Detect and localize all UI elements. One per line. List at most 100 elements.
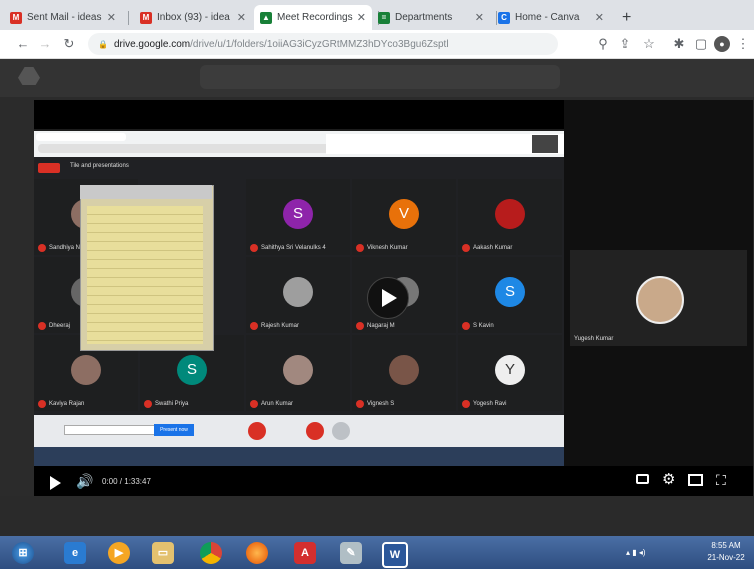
search-icon[interactable]: ⚲ (594, 35, 612, 53)
present-now-button: Present now (154, 424, 194, 436)
player-controls: 🔊 0:00 / 1:33:47 ⚙ ⛶ (34, 466, 753, 496)
tab-close-icon[interactable]: ✕ (595, 11, 604, 24)
browser-tab-label: Inbox (93) - idea (157, 12, 230, 23)
address-bar[interactable]: 🔒 drive.google.com/drive/u/1/folders/1oi… (88, 33, 558, 55)
miniplayer-icon[interactable] (688, 474, 703, 486)
recorded-meet-toolbar (326, 134, 564, 154)
mic-muted-icon (38, 400, 46, 408)
recorded-tab (36, 133, 126, 141)
participant-tile: Rajesh Kumar (246, 257, 350, 333)
back-icon[interactable]: ← (14, 35, 32, 53)
recorded-caption-field (64, 425, 156, 435)
fullscreen-icon[interactable]: ⛶ (716, 472, 726, 489)
mic-muted-icon (38, 244, 46, 252)
rec-indicator (38, 163, 60, 173)
mic-muted-icon (356, 244, 364, 252)
drive-header-dimmed (0, 59, 754, 97)
mic-muted-icon (38, 322, 46, 330)
participant-name: Arun Kumar (261, 401, 294, 407)
browser-tab-label: Home - Canva (515, 12, 580, 23)
browser-tab-label: Departments (395, 12, 453, 23)
tab-close-icon[interactable]: ✕ (475, 11, 484, 24)
participant-name: Sandhiya N (49, 245, 81, 251)
drive-icon: ▲ (260, 11, 272, 24)
presenter-tile: Yugesh Kumar (570, 250, 747, 346)
participant-name: S Kavin (473, 323, 494, 329)
reload-icon[interactable]: ↻ (60, 35, 78, 53)
firefox-icon[interactable] (246, 542, 268, 564)
taskbar-clock[interactable]: 8:55 AM 21-Nov-22 (700, 540, 752, 566)
participant-tile: Y Yogesh Ravi (458, 335, 562, 411)
mic-muted-icon (462, 322, 470, 330)
volume-icon[interactable]: 🔊 (76, 473, 93, 490)
participant-avatar: S (283, 199, 313, 229)
attendance-list (87, 206, 203, 344)
tab-close-icon[interactable]: ✕ (107, 11, 116, 24)
mic-muted-icon (356, 400, 364, 408)
clock-time: 8:55 AM (711, 541, 741, 550)
new-tab-button[interactable]: + (616, 5, 640, 30)
mic-muted-icon (250, 400, 258, 408)
forward-icon[interactable]: → (36, 35, 54, 53)
gmail-icon: M (140, 11, 152, 24)
time-readout: 0:00 / 1:33:47 (102, 477, 151, 486)
media-player-icon[interactable]: ▶ (108, 542, 130, 564)
paint-icon[interactable]: ✎ (340, 542, 362, 564)
drive-search-dimmed (200, 65, 560, 89)
chrome-icon[interactable] (200, 542, 222, 564)
participant-tile: V Viknesh Kumar (352, 179, 456, 255)
presenter-avatar (636, 276, 684, 324)
participant-tile: S S Kavin (458, 257, 562, 333)
menu-icon[interactable]: ⋮ (734, 35, 752, 53)
participant-avatar: V (389, 199, 419, 229)
word-icon[interactable]: W (382, 542, 408, 568)
camera-off-icon (306, 422, 324, 440)
browser-tab-label: Sent Mail - ideas (27, 12, 102, 23)
ie-icon[interactable]: e (64, 542, 86, 564)
tab-search-icon[interactable]: ▢ (692, 35, 710, 53)
mic-muted-icon (144, 400, 152, 408)
browser-tab[interactable]: = Departments ✕ (372, 5, 490, 30)
attendance-popup (80, 185, 214, 351)
mic-muted-icon (250, 322, 258, 330)
sheets-icon: = (378, 11, 390, 24)
acrobat-icon[interactable]: A (294, 542, 316, 564)
participant-avatar: S (495, 277, 525, 307)
participant-avatar (283, 277, 313, 307)
play-icon (382, 289, 397, 307)
participant-name: Sahithya Sri Velanulks 4 (261, 245, 326, 251)
settings-icon[interactable]: ⚙ (662, 470, 675, 488)
tab-close-icon[interactable]: ✕ (357, 11, 366, 24)
captions-icon[interactable] (636, 474, 649, 484)
explorer-icon[interactable]: ▭ (152, 542, 174, 564)
participant-tile: Arun Kumar (246, 335, 350, 411)
play-overlay-button[interactable] (367, 277, 409, 319)
participant-tile: S Sahithya Sri Velanulks 4 (246, 179, 350, 255)
windows-start-icon[interactable]: ⊞ (12, 542, 34, 564)
tab-close-icon[interactable]: ✕ (237, 11, 246, 24)
recorded-meet-controls: Present now (34, 415, 564, 447)
lock-icon: 🔒 (98, 39, 108, 49)
tray-icons[interactable]: ▴ ▮ ◂) (626, 548, 646, 557)
url-path: /drive/u/1/folders/1oiiAG3iCyzGRtMMZ3hDY… (190, 38, 449, 50)
tab-separator (128, 11, 129, 25)
mic-muted-icon (462, 244, 470, 252)
recorded-meet-header: Tile and presentations (34, 157, 564, 179)
participant-name: Yogesh Ravi (473, 401, 507, 407)
participant-name: Vignesh S (367, 401, 395, 407)
profile-avatar[interactable]: ● (714, 36, 730, 52)
browser-tab[interactable]: M Inbox (93) - idea ✕ (134, 5, 252, 30)
recorded-browser-window (34, 131, 564, 157)
participant-avatar: Y (495, 355, 525, 385)
share-icon[interactable]: ⇪ (616, 35, 634, 53)
browser-tab[interactable]: M Sent Mail - ideas ✕ (4, 5, 122, 30)
participant-avatar (389, 355, 419, 385)
extensions-icon[interactable]: ✱ (670, 35, 688, 53)
star-icon[interactable]: ☆ (640, 35, 658, 53)
presenter-name: Yugesh Kumar (574, 336, 614, 342)
browser-tab[interactable]: ▲ Meet Recordings ✕ (254, 5, 372, 30)
participant-tile: Vignesh S (352, 335, 456, 411)
play-small-icon[interactable] (50, 476, 61, 490)
mic-muted-icon (462, 400, 470, 408)
browser-tab[interactable]: C Home - Canva ✕ (492, 5, 610, 30)
